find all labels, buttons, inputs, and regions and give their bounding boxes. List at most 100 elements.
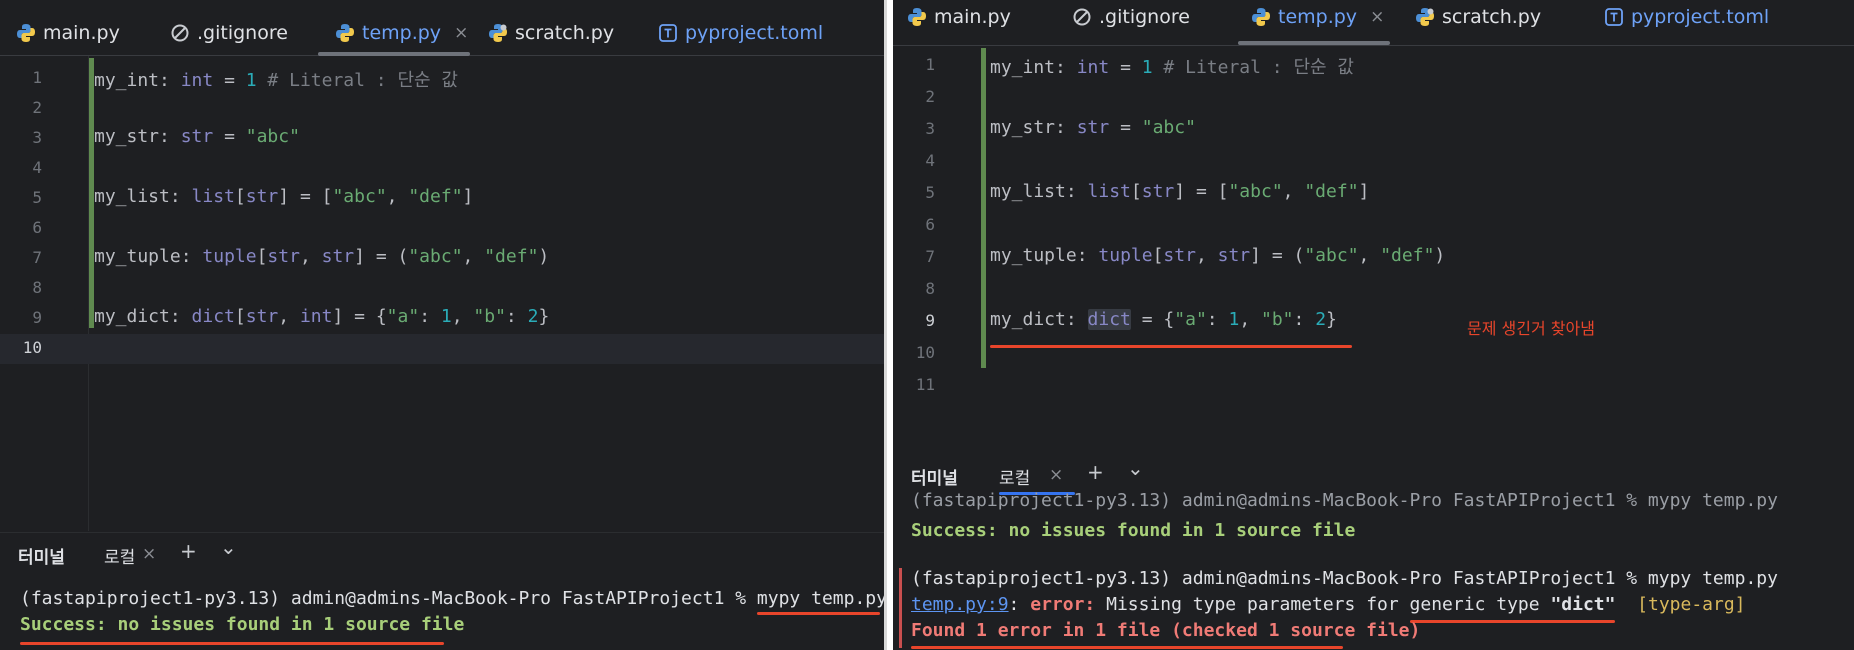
tab-pyproject-toml[interactable]: pyproject.toml: [658, 16, 823, 50]
terminal-output[interactable]: (fastapiproject1-py3.13) admin@admins-Ma…: [893, 490, 1854, 650]
line-number: 8: [32, 278, 42, 297]
line-number: 1: [32, 68, 42, 87]
line-number: 2: [925, 87, 935, 106]
punct: [: [1130, 181, 1142, 202]
command-underline-annotation: [756, 612, 880, 615]
type-name: str: [245, 186, 279, 207]
code-line-1: 1 my_int: int = 1 # Literal : 단순 값: [893, 50, 1854, 82]
tab-temp-py[interactable]: temp.py ×: [1251, 0, 1384, 34]
error-block-marker: [899, 568, 902, 648]
error-location-link[interactable]: temp.py:9: [911, 594, 1009, 615]
identifier: my_str: [94, 126, 160, 147]
tab-main-py[interactable]: main.py: [907, 0, 1011, 34]
terminal-tab-local[interactable]: 로컬: [999, 464, 1030, 489]
identifier: my_list: [94, 186, 170, 207]
tab-scratch-py[interactable]: scratch.py: [1415, 0, 1541, 34]
line-number: 6: [32, 218, 42, 237]
type-name-highlighted[interactable]: dict: [1087, 309, 1131, 330]
mypy-error-summary: Found 1 error in 1 file (checked 1 sourc…: [911, 620, 1421, 641]
line-number: 4: [32, 158, 42, 177]
python-scratch-icon: [489, 24, 507, 42]
punct: :: [159, 70, 181, 91]
terminal-dropdown-chevron-icon[interactable]: ⌄: [1127, 456, 1144, 480]
code-line-8: 8: [0, 274, 884, 304]
shell-command: mypy temp.py: [756, 588, 887, 609]
new-terminal-plus-icon[interactable]: +: [180, 539, 197, 563]
type-name: str: [180, 126, 214, 147]
line-number: 10: [22, 338, 42, 357]
string-literal: "b": [1261, 309, 1294, 330]
line-number: 11: [915, 375, 935, 394]
tab-temp-py[interactable]: temp.py ×: [335, 16, 468, 50]
line-number: 10: [915, 343, 935, 362]
terminal-dropdown-chevron-icon[interactable]: ⌄: [220, 535, 237, 559]
punct: [: [234, 186, 246, 207]
terminal-output[interactable]: (fastapiproject1-py3.13) admin@admins-Ma…: [0, 576, 884, 650]
punct: ,: [386, 186, 409, 207]
tab-pyproject-toml[interactable]: pyproject.toml: [1604, 0, 1769, 34]
tab-label[interactable]: pyproject.toml: [685, 16, 823, 50]
tab-gitignore[interactable]: .gitignore: [170, 16, 288, 50]
tab-label: temp.py: [362, 22, 442, 44]
terminal-header: 터미널 로컬 × + ⌄: [0, 532, 884, 575]
punct: ,: [1282, 181, 1305, 202]
punct: }: [538, 306, 550, 327]
tab-gitignore[interactable]: .gitignore: [1072, 0, 1190, 34]
type-name: dict: [191, 306, 235, 327]
code-line-1: 1 my_int: int = 1 # Literal : 단순 값: [0, 64, 884, 94]
code-line-7: 7 my_tuple: tuple[str, str] = ("abc", "d…: [0, 244, 884, 274]
punct: :: [1065, 309, 1088, 330]
code-editor[interactable]: 1 my_int: int = 1 # Literal : 단순 값 2 3 m…: [0, 56, 884, 531]
punct: ,: [462, 246, 485, 267]
active-tab-indicator: [1238, 41, 1390, 45]
punct: [1540, 594, 1551, 615]
type-name: int: [299, 306, 333, 327]
shell-prompt: (fastapiproject1-py3.13) admin@admins-Ma…: [20, 588, 757, 609]
punct: :: [1055, 117, 1077, 138]
punct: ]: [354, 246, 365, 267]
line-number: 7: [925, 247, 935, 266]
tab-scratch-py[interactable]: scratch.py: [488, 16, 614, 50]
code-line-3: 3 my_str: str = "abc": [893, 114, 1854, 146]
new-terminal-plus-icon[interactable]: +: [1087, 460, 1104, 484]
string-literal: "a": [386, 306, 420, 327]
punct: :: [1055, 57, 1077, 78]
line-number: 3: [925, 119, 935, 138]
number-literal: 2: [527, 306, 539, 327]
error-message: Missing type parameters for: [1095, 594, 1410, 615]
type-name: str: [1163, 245, 1196, 266]
type-name: tuple: [202, 246, 257, 267]
ignore-icon: [1073, 8, 1091, 26]
close-tab-icon[interactable]: ×: [1370, 7, 1384, 27]
string-literal: "abc": [1228, 181, 1283, 202]
code-line-11: 11: [893, 370, 1854, 402]
punct: ,: [278, 306, 300, 327]
error-label: error:: [1030, 594, 1096, 615]
type-name: tuple: [1098, 245, 1153, 266]
line-number: 6: [925, 215, 935, 234]
punct: = {: [343, 306, 387, 327]
code-editor[interactable]: 1 my_int: int = 1 # Literal : 단순 값 2 3 m…: [893, 46, 1854, 441]
string-literal: "def": [1380, 245, 1435, 266]
terminal-prompt-line: (fastapiproject1-py3.13) admin@admins-Ma…: [20, 588, 887, 609]
terminal-tab-local[interactable]: 로컬: [104, 543, 135, 568]
code-line-10-current: 10: [0, 334, 884, 364]
mypy-success-message: Success: no issues found in 1 source fil…: [911, 520, 1356, 541]
summary-underline-annotation: [911, 646, 1343, 649]
error-type-name: "dict": [1550, 594, 1616, 615]
tab-main-py[interactable]: main.py: [16, 16, 120, 50]
close-tab-icon[interactable]: ×: [454, 23, 468, 43]
punct: [: [234, 306, 246, 327]
tab-label: main.py: [934, 6, 1011, 28]
line-number: 1: [925, 55, 935, 74]
number-literal: 1: [440, 306, 452, 327]
terminal-prompt-line: (fastapiproject1-py3.13) admin@admins-Ma…: [911, 568, 1778, 589]
punct: ]: [1358, 181, 1370, 202]
code-line-3: 3 my_str: str = "abc": [0, 124, 884, 154]
close-terminal-tab-icon[interactable]: ×: [142, 544, 156, 564]
code-comment: # Literal : 단순 값: [1152, 57, 1354, 78]
editor-tab-bar: main.py .gitignore temp.py × scratch.py …: [0, 0, 884, 56]
tab-label[interactable]: pyproject.toml: [1631, 0, 1769, 34]
close-terminal-tab-icon[interactable]: ×: [1049, 465, 1063, 485]
type-name: str: [267, 246, 300, 267]
